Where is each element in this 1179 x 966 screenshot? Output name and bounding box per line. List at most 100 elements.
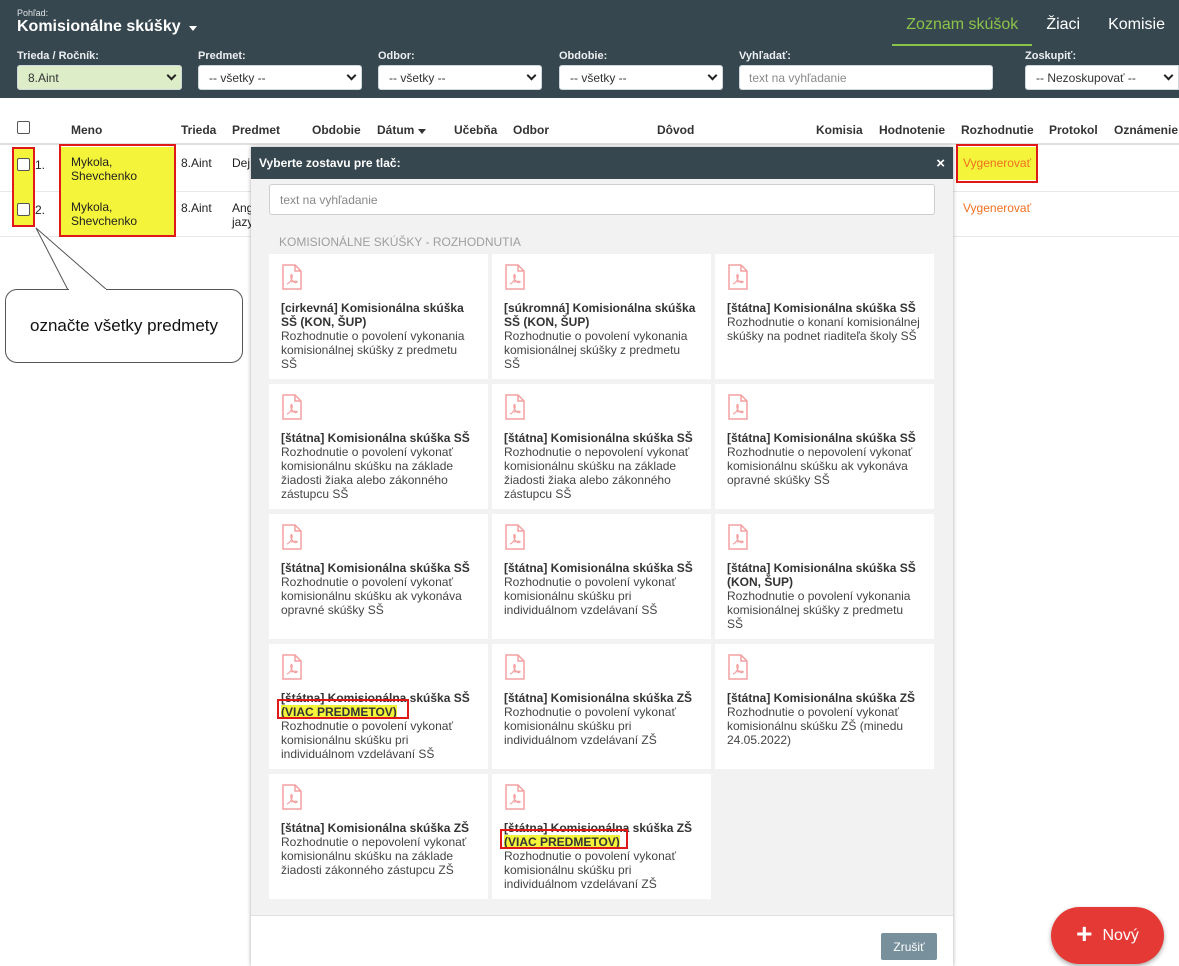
report-card-description: Rozhodnutie o nepovolení vykonať komisio… [727, 445, 913, 487]
field-select-value: -- všetky -- [389, 70, 446, 85]
subject-select[interactable]: -- všetky -- [198, 65, 362, 90]
plus-icon: + [1076, 918, 1093, 949]
report-card-title: [štátna] Komisionálna skúška SŠ [281, 431, 476, 445]
col-commission[interactable]: Komisia [816, 123, 863, 137]
dialog-search-input[interactable]: text na vyhľadanie [269, 184, 935, 215]
col-room[interactable]: Učebňa [454, 123, 497, 137]
annotation-box-multi-subject [500, 829, 628, 849]
filter-class: Trieda / Ročník: 8.Aint [17, 50, 182, 90]
report-card[interactable]: [štátna] Komisionálna skúška SŠ (KON, ŠU… [715, 514, 934, 639]
col-grade[interactable]: Hodnotenie [879, 123, 945, 137]
report-card-description: Rozhodnutie o konaní komisionálnej skúšk… [727, 315, 920, 343]
report-card-description: Rozhodnutie o povolení vykonania komisio… [281, 329, 465, 371]
table-header: Meno Trieda Predmet Obdobie Dátum Učebňa… [0, 113, 1179, 145]
report-card[interactable]: [štátna] Komisionálna skúška ZŠ Rozhodnut… [492, 644, 711, 769]
report-card-description: Rozhodnutie o povolení vykonania komisio… [504, 329, 688, 371]
group-select-value: -- Nezoskupovať -- [1036, 70, 1136, 85]
col-reason[interactable]: Dôvod [657, 123, 694, 137]
report-card-description: Rozhodnutie o povolení vykonať komisioná… [281, 445, 454, 501]
row-number: 1. [35, 158, 46, 172]
nav-exam-list[interactable]: Zoznam skúšok [892, 0, 1033, 46]
report-card-description: Rozhodnutie o povolení vykonať komisioná… [281, 575, 462, 617]
period-select[interactable]: -- všetky -- [559, 65, 723, 90]
pdf-file-icon [505, 524, 525, 550]
group-select[interactable]: -- Nezoskupovať -- [1025, 65, 1179, 90]
view-selector[interactable]: Komisionálne skúšky [17, 18, 197, 36]
dialog-header: Vyberte zostavu pre tlač: × [251, 147, 953, 179]
filter-field: Odbor: -- všetky -- [378, 50, 542, 90]
report-card-title: [cirkevná] Komisionálna skúška SŠ (KON, … [281, 301, 476, 329]
report-card-title-text: [štátna] Komisionálna skúška SŠ [281, 561, 470, 575]
cancel-button[interactable]: Zrušiť [881, 933, 937, 960]
report-card[interactable]: [štátna] Komisionálna skúška SŠ Rozhodnut… [715, 384, 934, 509]
report-card-title: [štátna] Komisionálna skúška ZŠ [727, 691, 922, 705]
pdf-file-icon [282, 394, 302, 420]
report-card[interactable]: [štátna] Komisionálna skúška ZŠ Rozhodnut… [269, 774, 488, 899]
search-input[interactable]: text na vyhľadanie [739, 65, 993, 90]
pdf-file-icon [282, 264, 302, 290]
report-card[interactable]: [štátna] Komisionálna skúška SŠ Rozhodnut… [492, 384, 711, 509]
annotation-box-multi-subject [277, 699, 409, 719]
col-notice[interactable]: Oznámenie [1114, 123, 1178, 137]
view-title: Komisionálne skúšky [17, 18, 181, 35]
nav-commissions[interactable]: Komisie [1094, 0, 1179, 46]
report-card-title-text: [štátna] Komisionálna skúška SŠ [727, 431, 916, 445]
filter-period: Obdobie: -- všetky -- [559, 50, 723, 90]
report-card-title: [štátna] Komisionálna skúška SŠ [727, 431, 922, 445]
report-card-title: [štátna] Komisionálna skúška SŠ [727, 301, 922, 315]
report-card-title: [štátna] Komisionálna skúška ZŠ [281, 821, 476, 835]
close-icon[interactable]: × [936, 155, 945, 172]
row-number: 2. [35, 203, 46, 217]
report-card-title-text: [štátna] Komisionálna skúška ZŠ [504, 691, 693, 705]
report-card-title: [štátna] Komisionálna skúška SŠ [504, 431, 699, 445]
report-card-description: Rozhodnutie o nepovolení vykonať komisio… [504, 445, 690, 501]
report-card[interactable]: [cirkevná] Komisionálna skúška SŠ (KON, … [269, 254, 488, 379]
row-class: 8.Aint [181, 156, 212, 170]
filter-group: Zoskupiť: -- Nezoskupovať -- [1025, 50, 1179, 90]
filter-field-label: Odbor: [378, 50, 415, 62]
col-field[interactable]: Odbor [513, 123, 549, 137]
new-button[interactable]: + Nový [1051, 907, 1164, 964]
col-subject[interactable]: Predmet [232, 123, 280, 137]
filter-search: Vyhľadať: text na vyhľadanie [739, 50, 993, 90]
report-card-title-text: [štátna] Komisionálna skúška SŠ [504, 431, 693, 445]
row-class: 8.Aint [181, 201, 212, 215]
report-card[interactable]: [štátna] Komisionálna skúška SŠ Rozhodnut… [269, 384, 488, 509]
report-card-description: Rozhodnutie o nepovolení vykonať komisio… [281, 835, 467, 877]
report-card-title-text: [štátna] Komisionálna skúška SŠ [281, 431, 470, 445]
class-select[interactable]: 8.Aint [17, 65, 182, 90]
section-title: KOMISIONÁLNE SKÚŠKY - ROZHODNUTIA [279, 235, 521, 249]
dialog-title: Vyberte zostavu pre tlač: [259, 156, 401, 170]
report-card-title-text: [štátna] Komisionálna skúška SŠ [727, 301, 916, 315]
nav-students[interactable]: Žiaci [1032, 0, 1094, 46]
pdf-file-icon [728, 654, 748, 680]
report-card[interactable]: [štátna] Komisionálna skúška SŠ Rozhodnut… [269, 514, 488, 639]
pdf-file-icon [282, 654, 302, 680]
report-card[interactable]: [štátna] Komisionálna skúška ZŠ Rozhodnut… [715, 644, 934, 769]
filter-class-label: Trieda / Ročník: [17, 50, 99, 62]
report-card-title: [štátna] Komisionálna skúška SŠ (KON, ŠU… [727, 561, 922, 589]
col-date[interactable]: Dátum [377, 123, 427, 137]
report-card[interactable]: [štátna] Komisionálna skúška SŠ Rozhodnut… [715, 254, 934, 379]
report-card-description: Rozhodnutie o povolení vykonať komisioná… [504, 849, 676, 891]
report-card[interactable]: [súkromná] Komisionálna skúška SŠ (KON, … [492, 254, 711, 379]
col-name[interactable]: Meno [71, 123, 102, 137]
pdf-file-icon [282, 784, 302, 810]
pdf-file-icon [505, 394, 525, 420]
report-card-title-text: [cirkevná] Komisionálna skúška SŠ (KON, … [281, 301, 464, 329]
chevron-down-icon [707, 70, 718, 81]
col-class[interactable]: Trieda [181, 123, 216, 137]
col-date-label: Dátum [377, 123, 415, 137]
report-card-title-text: [štátna] Komisionálna skúška SŠ (KON, ŠU… [727, 561, 916, 589]
report-card[interactable]: [štátna] Komisionálna skúška SŠ Rozhodnut… [492, 514, 711, 639]
col-protocol[interactable]: Protokol [1049, 123, 1098, 137]
report-card-description: Rozhodnutie o povolení vykonať komisioná… [281, 719, 453, 761]
generate-decision-link[interactable]: Vygenerovať [963, 201, 1031, 215]
field-select[interactable]: -- všetky -- [378, 65, 542, 90]
report-card-title-text: [súkromná] Komisionálna skúška SŠ (KON, … [504, 301, 696, 329]
col-period[interactable]: Obdobie [312, 123, 361, 137]
pdf-file-icon [728, 264, 748, 290]
select-all-checkbox[interactable] [17, 121, 30, 134]
annotation-box-decision [956, 144, 1038, 183]
col-decision[interactable]: Rozhodnutie [961, 123, 1034, 137]
